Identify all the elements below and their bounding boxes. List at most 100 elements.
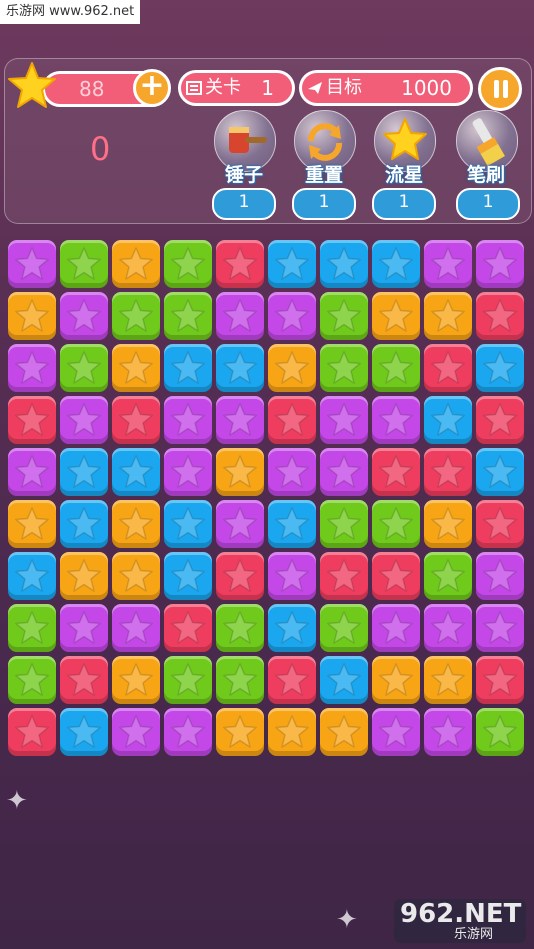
red-star-tile[interactable]	[476, 656, 524, 704]
blue-star-tile[interactable]	[164, 500, 212, 548]
red-star-tile[interactable]	[112, 396, 160, 444]
green-star-tile[interactable]	[320, 344, 368, 392]
purple-star-tile[interactable]	[372, 396, 420, 444]
orange-star-tile[interactable]	[216, 708, 264, 756]
tool-hammer[interactable]: 锤子 1	[208, 110, 278, 220]
orange-star-tile[interactable]	[8, 500, 56, 548]
blue-star-tile[interactable]	[268, 240, 316, 288]
green-star-tile[interactable]	[164, 240, 212, 288]
red-star-tile[interactable]	[424, 344, 472, 392]
purple-star-tile[interactable]	[424, 708, 472, 756]
green-star-tile[interactable]	[8, 656, 56, 704]
green-star-tile[interactable]	[60, 240, 108, 288]
purple-star-tile[interactable]	[476, 240, 524, 288]
red-star-tile[interactable]	[216, 240, 264, 288]
green-star-tile[interactable]	[372, 344, 420, 392]
red-star-tile[interactable]	[372, 552, 420, 600]
green-star-tile[interactable]	[320, 604, 368, 652]
orange-star-tile[interactable]	[372, 292, 420, 340]
blue-star-tile[interactable]	[60, 448, 108, 496]
purple-star-tile[interactable]	[164, 708, 212, 756]
red-star-tile[interactable]	[424, 448, 472, 496]
orange-star-tile[interactable]	[112, 656, 160, 704]
green-star-tile[interactable]	[8, 604, 56, 652]
purple-star-tile[interactable]	[372, 604, 420, 652]
red-star-tile[interactable]	[476, 396, 524, 444]
green-star-tile[interactable]	[320, 292, 368, 340]
tool-reset[interactable]: 重置 1	[288, 110, 358, 220]
pause-button[interactable]	[478, 67, 522, 111]
orange-star-tile[interactable]	[424, 656, 472, 704]
blue-star-tile[interactable]	[372, 240, 420, 288]
red-star-tile[interactable]	[216, 552, 264, 600]
blue-star-tile[interactable]	[164, 552, 212, 600]
tool-brush[interactable]: 笔刷 1	[450, 110, 520, 220]
orange-star-tile[interactable]	[372, 656, 420, 704]
orange-star-tile[interactable]	[112, 552, 160, 600]
orange-star-tile[interactable]	[424, 500, 472, 548]
purple-star-tile[interactable]	[216, 500, 264, 548]
blue-star-tile[interactable]	[60, 708, 108, 756]
blue-star-tile[interactable]	[112, 448, 160, 496]
blue-star-tile[interactable]	[268, 604, 316, 652]
purple-star-tile[interactable]	[8, 344, 56, 392]
add-coins-button[interactable]: +	[133, 69, 171, 107]
orange-star-tile[interactable]	[112, 240, 160, 288]
green-star-tile[interactable]	[60, 344, 108, 392]
purple-star-tile[interactable]	[8, 240, 56, 288]
purple-star-tile[interactable]	[60, 396, 108, 444]
purple-star-tile[interactable]	[112, 708, 160, 756]
tool-meteor[interactable]: 流星 1	[368, 110, 438, 220]
orange-star-tile[interactable]	[320, 708, 368, 756]
purple-star-tile[interactable]	[216, 292, 264, 340]
orange-star-tile[interactable]	[268, 344, 316, 392]
green-star-tile[interactable]	[112, 292, 160, 340]
red-star-tile[interactable]	[476, 292, 524, 340]
green-star-tile[interactable]	[372, 500, 420, 548]
red-star-tile[interactable]	[164, 604, 212, 652]
purple-star-tile[interactable]	[268, 552, 316, 600]
purple-star-tile[interactable]	[476, 552, 524, 600]
blue-star-tile[interactable]	[164, 344, 212, 392]
purple-star-tile[interactable]	[476, 604, 524, 652]
red-star-tile[interactable]	[8, 396, 56, 444]
blue-star-tile[interactable]	[60, 500, 108, 548]
purple-star-tile[interactable]	[112, 604, 160, 652]
red-star-tile[interactable]	[268, 656, 316, 704]
orange-star-tile[interactable]	[268, 708, 316, 756]
purple-star-tile[interactable]	[60, 292, 108, 340]
blue-star-tile[interactable]	[424, 396, 472, 444]
purple-star-tile[interactable]	[424, 240, 472, 288]
green-star-tile[interactable]	[216, 656, 264, 704]
green-star-tile[interactable]	[424, 552, 472, 600]
orange-star-tile[interactable]	[424, 292, 472, 340]
purple-star-tile[interactable]	[216, 396, 264, 444]
blue-star-tile[interactable]	[216, 344, 264, 392]
orange-star-tile[interactable]	[112, 344, 160, 392]
purple-star-tile[interactable]	[424, 604, 472, 652]
purple-star-tile[interactable]	[320, 396, 368, 444]
red-star-tile[interactable]	[476, 500, 524, 548]
green-star-tile[interactable]	[164, 656, 212, 704]
blue-star-tile[interactable]	[268, 500, 316, 548]
green-star-tile[interactable]	[216, 604, 264, 652]
purple-star-tile[interactable]	[268, 448, 316, 496]
purple-star-tile[interactable]	[320, 448, 368, 496]
blue-star-tile[interactable]	[320, 656, 368, 704]
orange-star-tile[interactable]	[60, 552, 108, 600]
red-star-tile[interactable]	[268, 396, 316, 444]
red-star-tile[interactable]	[320, 552, 368, 600]
red-star-tile[interactable]	[372, 448, 420, 496]
orange-star-tile[interactable]	[112, 500, 160, 548]
purple-star-tile[interactable]	[164, 448, 212, 496]
blue-star-tile[interactable]	[320, 240, 368, 288]
blue-star-tile[interactable]	[476, 344, 524, 392]
purple-star-tile[interactable]	[372, 708, 420, 756]
purple-star-tile[interactable]	[268, 292, 316, 340]
red-star-tile[interactable]	[8, 708, 56, 756]
purple-star-tile[interactable]	[164, 396, 212, 444]
purple-star-tile[interactable]	[8, 448, 56, 496]
green-star-tile[interactable]	[320, 500, 368, 548]
orange-star-tile[interactable]	[216, 448, 264, 496]
red-star-tile[interactable]	[60, 656, 108, 704]
